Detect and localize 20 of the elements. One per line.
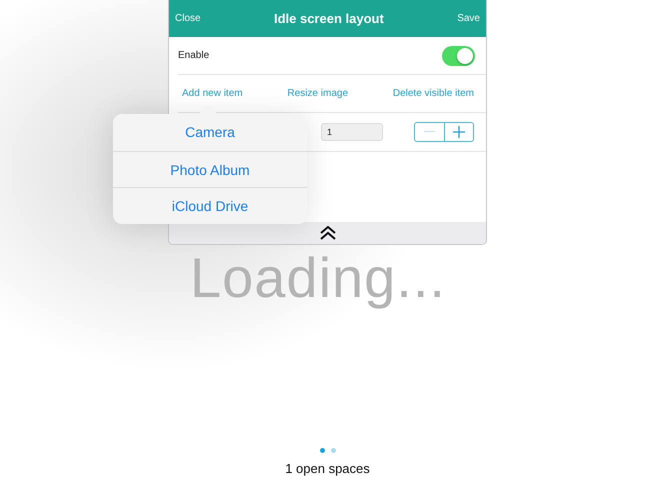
enable-toggle[interactable] — [442, 46, 475, 66]
page-dot[interactable] — [320, 448, 324, 453]
save-button[interactable]: Save — [457, 13, 480, 24]
menu-item[interactable]: Camera — [113, 114, 307, 151]
loading-text: Loading... — [190, 246, 447, 310]
action-link[interactable]: Delete visible item — [392, 88, 474, 99]
double-chevron-up-icon — [320, 226, 336, 240]
enable-label: Enable — [178, 50, 210, 61]
menu-item[interactable]: Photo Album — [113, 150, 307, 188]
page-dot[interactable] — [330, 448, 336, 453]
increment-button[interactable] — [444, 123, 473, 141]
minus-icon — [424, 131, 435, 133]
dialog-title: Idle screen layout — [274, 11, 384, 26]
open-spaces-count: 1 open spaces — [285, 461, 370, 476]
action-link[interactable]: Resize image — [287, 88, 348, 99]
close-button[interactable]: Close — [175, 13, 201, 24]
plus-icon — [453, 126, 465, 138]
menu-item[interactable]: iCloud Drive — [113, 187, 307, 224]
action-link[interactable]: Add new item — [182, 88, 243, 99]
count-field[interactable]: 1 — [321, 123, 383, 141]
